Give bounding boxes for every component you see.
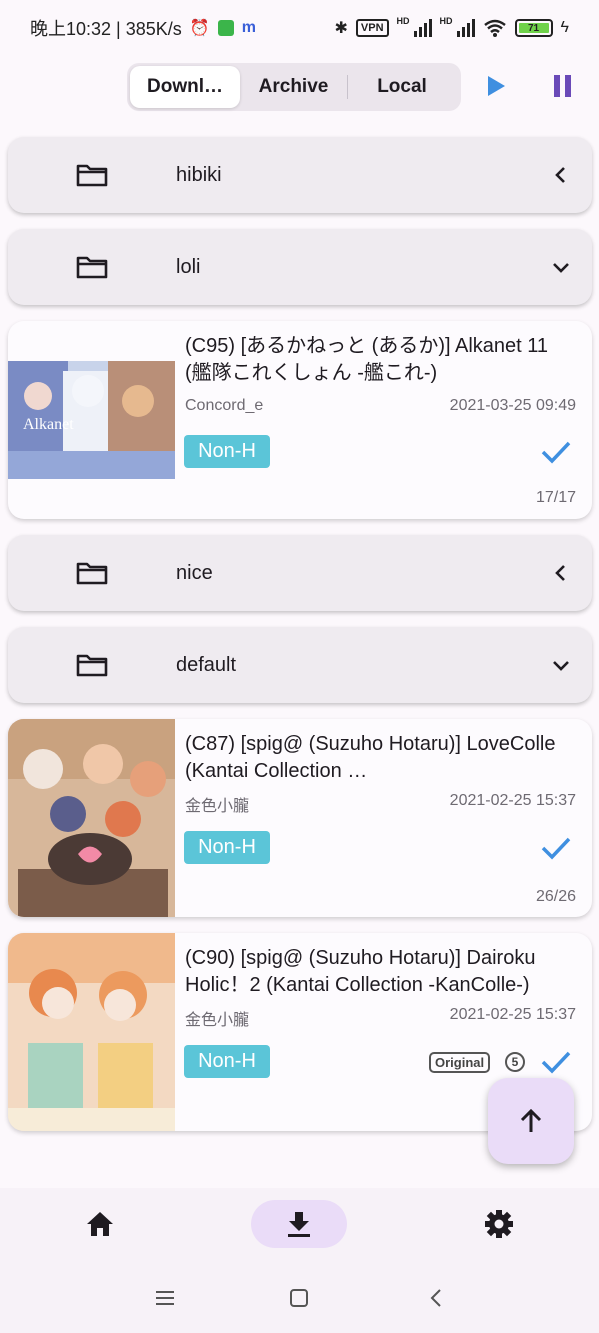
hd-icon-2: HD	[439, 16, 453, 26]
tab-downloads[interactable]: Downl…	[130, 66, 240, 108]
menu-icon	[156, 1291, 174, 1305]
gallery-date: 2021-02-25 15:37	[449, 1006, 576, 1023]
tab-archive[interactable]: Archive	[240, 75, 348, 99]
bluetooth-icon: ✱	[334, 20, 348, 37]
folder-row-default[interactable]: default	[8, 627, 592, 703]
chevron-left-icon	[555, 565, 565, 581]
folder-name: nice	[176, 561, 213, 584]
folder-name: hibiki	[176, 163, 222, 186]
source-segmented-control: Downl… Archive Local	[127, 63, 461, 111]
download-list: hibiki loli Alkanet (C95) [あるかねっと (あるか)]…	[8, 137, 592, 1147]
recents-button[interactable]	[151, 1284, 179, 1312]
gallery-title: (C95) [あるかねっと (あるか)] Alkanet 11 (艦隊これくしょ…	[185, 335, 549, 384]
gallery-title: (C87) [spig@ (Suzuho Hotaru)] LoveColle …	[185, 733, 556, 782]
app-notification-icon	[217, 20, 234, 36]
tab-local[interactable]: Local	[348, 66, 456, 108]
pause-icon-bar-right	[564, 75, 571, 97]
folder-icon	[76, 654, 108, 677]
page-count: 26/26	[535, 888, 576, 905]
gallery-uploader: Concord_e	[185, 397, 264, 414]
original-badge: Original	[429, 1052, 491, 1073]
gear-icon	[485, 1210, 513, 1238]
gallery-card[interactable]: Alkanet (C95) [あるかねっと (あるか)] Alkanet 11 …	[8, 321, 592, 519]
gallery-uploader: 金色小朧	[185, 798, 250, 815]
check-icon	[541, 441, 571, 464]
folder-icon	[76, 256, 108, 279]
svg-text:Alkanet: Alkanet	[23, 416, 74, 433]
nav-settings[interactable]	[451, 1200, 547, 1248]
folder-row-loli[interactable]: loli	[8, 229, 592, 305]
gallery-thumbnail	[8, 933, 175, 1131]
folder-name: loli	[176, 255, 201, 278]
chevron-left-icon	[555, 167, 565, 183]
check-icon	[541, 837, 571, 860]
pause-icon-bar-left	[553, 75, 560, 97]
system-navigation-bar	[0, 1264, 599, 1333]
back-button[interactable]	[422, 1284, 450, 1312]
download-icon	[288, 1212, 310, 1237]
gallery-thumbnail: Alkanet	[8, 361, 175, 479]
top-app-bar: Downl… Archive Local	[0, 56, 599, 126]
status-bar: 晚上10:32 | 385K/s ⏰ m ✱ VPN HD HD 71 ϟ	[0, 0, 599, 56]
folder-icon	[76, 164, 108, 187]
folder-row-hibiki[interactable]: hibiki	[8, 137, 592, 213]
vpn-icon: VPN	[355, 19, 389, 37]
battery-level: 71	[518, 23, 549, 34]
gallery-title: (C90) [spig@ (Suzuho Hotaru)] Dairoku Ho…	[185, 947, 536, 996]
mi-icon: m	[241, 19, 256, 36]
page-count: 17/17	[535, 489, 576, 506]
home-icon	[87, 1212, 113, 1236]
category-tag: Non-H	[184, 435, 270, 468]
wifi-icon	[483, 19, 506, 37]
signal-icon	[413, 19, 432, 37]
folder-name: default	[176, 653, 237, 676]
status-right: ✱ VPN HD HD 71 ϟ	[334, 16, 569, 38]
home-system-button[interactable]	[285, 1284, 313, 1312]
nav-downloads[interactable]	[251, 1200, 347, 1248]
battery-icon: 71	[514, 19, 553, 37]
check-icon	[541, 1051, 571, 1074]
folder-row-nice[interactable]: nice	[8, 535, 592, 611]
status-time: 晚上10:32 | 385K/s	[30, 19, 182, 39]
play-button[interactable]	[480, 70, 512, 102]
alarm-icon: ⏰	[189, 20, 210, 37]
arrow-up-icon	[520, 1108, 542, 1132]
signal-icon-2	[456, 19, 475, 37]
hd-icon: HD	[396, 16, 410, 26]
gallery-uploader: 金色小朧	[185, 1012, 250, 1029]
status-left: 晚上10:32 | 385K/s ⏰ m	[30, 15, 256, 41]
nav-home[interactable]	[52, 1200, 148, 1248]
gallery-thumbnail	[8, 719, 175, 917]
charging-icon: ϟ	[560, 19, 569, 36]
gallery-card[interactable]: (C87) [spig@ (Suzuho Hotaru)] LoveColle …	[8, 719, 592, 917]
category-tag: Non-H	[184, 831, 270, 864]
square-icon	[290, 1289, 308, 1307]
back-icon	[430, 1289, 441, 1307]
folder-icon	[76, 562, 108, 585]
play-icon	[488, 76, 505, 96]
pause-button[interactable]	[546, 70, 578, 102]
gallery-date: 2021-03-25 09:49	[449, 397, 576, 414]
scroll-to-top-button[interactable]	[488, 1078, 574, 1164]
category-tag: Non-H	[184, 1045, 270, 1078]
count-badge: 5	[505, 1052, 525, 1072]
chevron-down-icon	[553, 263, 569, 273]
gallery-date: 2021-02-25 15:37	[449, 792, 576, 809]
bottom-navigation	[0, 1188, 599, 1264]
chevron-down-icon	[553, 661, 569, 671]
